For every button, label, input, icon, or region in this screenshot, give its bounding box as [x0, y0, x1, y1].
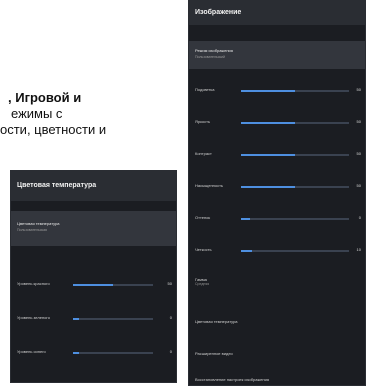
slider-row[interactable]: Оттенок 0 — [189, 215, 365, 223]
slider-value: 50 — [356, 119, 361, 124]
menu-title: Изображение — [189, 1, 365, 25]
slider-label: Насыщенность — [195, 183, 224, 188]
slider-row[interactable]: Уровень синего 0 — [11, 349, 176, 357]
slider-fill — [241, 122, 295, 124]
slider-label: Яркость — [195, 119, 211, 124]
slider-fill — [241, 154, 295, 156]
slider-row[interactable]: Подсветка 50 — [189, 87, 365, 95]
document-text: , Игровой и ежимы с ости, цветности и — [0, 90, 185, 138]
slider-label: Уровень синего — [17, 349, 46, 354]
slider-track[interactable] — [241, 90, 349, 92]
slider-fill — [241, 250, 252, 252]
slider-value: 0 — [358, 215, 361, 220]
color-temperature-label: Цветовая температура — [17, 221, 60, 226]
picture-mode-value: Пользовательский — [195, 55, 225, 59]
slider-track[interactable] — [241, 154, 349, 156]
slider-label: Уровень красного — [17, 281, 50, 286]
slider-label: Подсветка — [195, 87, 215, 92]
slider-label: Оттенок — [195, 215, 211, 220]
gamma-value: Средняя — [195, 282, 210, 286]
slider-track[interactable] — [241, 218, 349, 220]
slider-value: 10 — [356, 247, 361, 252]
restore-picture-settings-item[interactable]: Восстановление настроек изображения — [195, 377, 269, 382]
slider-fill — [73, 352, 80, 354]
slider-track[interactable] — [73, 352, 153, 354]
slider-value: 50 — [167, 281, 172, 286]
slider-row[interactable]: Контраст 50 — [189, 151, 365, 159]
slider-value: 50 — [356, 87, 361, 92]
slider-track[interactable] — [241, 186, 349, 188]
color-temperature-item[interactable]: Цветовая температура — [195, 319, 238, 324]
slider-track[interactable] — [241, 122, 349, 124]
picture-settings-menu: Изображение Режим изображения Пользовате… — [188, 0, 366, 386]
slider-value: 50 — [356, 183, 361, 188]
slider-row[interactable]: Четкость 10 — [189, 247, 365, 255]
slider-value: 0 — [169, 349, 172, 354]
slider-fill — [241, 90, 295, 92]
slider-fill — [241, 186, 295, 188]
slider-fill — [241, 218, 250, 220]
slider-fill — [73, 318, 80, 320]
slider-value: 0 — [169, 315, 172, 320]
slider-label: Контраст — [195, 151, 212, 156]
slider-fill — [73, 284, 113, 286]
color-temperature-mode-item[interactable]: Цветовая температура Пользовательская — [11, 211, 176, 246]
color-temperature-value: Пользовательская — [17, 228, 47, 232]
color-temperature-menu: Цветовая температура Цветовая температур… — [10, 170, 177, 383]
slider-row[interactable]: Яркость 50 — [189, 119, 365, 127]
slider-value: 50 — [356, 151, 361, 156]
slider-track[interactable] — [73, 284, 153, 286]
slider-track[interactable] — [73, 318, 153, 320]
slider-label: Четкость — [195, 247, 212, 252]
menu-title: Цветовая температура — [11, 171, 176, 201]
doc-line-2: ежимы с — [11, 106, 63, 121]
picture-mode-item[interactable]: Режим изображения Пользовательский — [189, 41, 365, 69]
doc-line-3: ости, цветности и — [0, 122, 107, 137]
gamma-item[interactable]: Гамма Средняя — [195, 277, 209, 286]
slider-row[interactable]: Насыщенность 50 — [189, 183, 365, 191]
slider-row[interactable]: Уровень красного 50 — [11, 281, 176, 289]
slider-row[interactable]: Уровень зеленого 0 — [11, 315, 176, 323]
doc-line-1: , Игровой и — [8, 90, 82, 105]
picture-mode-label: Режим изображения — [195, 48, 233, 53]
slider-track[interactable] — [241, 250, 349, 252]
advanced-video-item[interactable]: Расширенное видео — [195, 351, 233, 356]
slider-label: Уровень зеленого — [17, 315, 50, 320]
